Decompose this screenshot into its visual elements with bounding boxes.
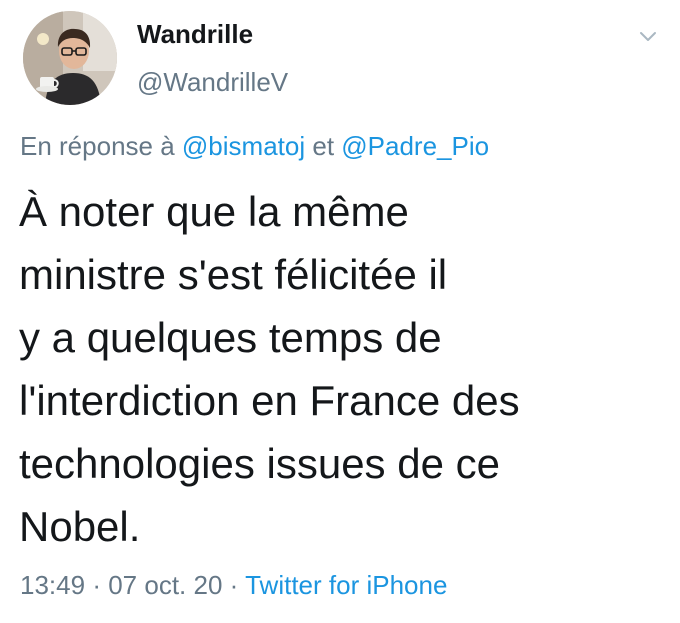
tweet-time[interactable]: 13:49: [20, 570, 85, 600]
user-avatar-photo-icon: [23, 11, 117, 105]
tweet-text-line: l'interdiction en France des: [19, 377, 520, 424]
tweet-text-line: technologies issues de ce: [19, 440, 500, 487]
tweet-text-line: y a quelques temps de: [19, 314, 442, 361]
reply-prefix: En réponse à: [20, 131, 175, 161]
tweet-text-line: Nobel.: [19, 503, 141, 550]
meta-separator: ·: [229, 570, 239, 600]
tweet-text-line: ministre s'est félicitée il: [19, 251, 448, 298]
reply-mention-bismatoj[interactable]: @bismatoj: [182, 131, 305, 161]
tweet-source-link[interactable]: Twitter for iPhone: [245, 570, 447, 600]
author-handle[interactable]: @WandrilleV: [137, 67, 288, 97]
tweet-card: Wandrille @WandrilleV En réponse à @bism…: [0, 0, 680, 623]
tweet-text: À noter que la même ministre s'est félic…: [19, 180, 659, 558]
tweet-meta: 13:49 · 07 oct. 20 · Twitter for iPhone: [20, 570, 447, 600]
avatar[interactable]: [23, 11, 117, 105]
reply-conjunction: et: [312, 131, 335, 161]
meta-separator: ·: [92, 570, 101, 600]
chevron-down-icon[interactable]: [636, 26, 660, 46]
reply-mention-padre-pio[interactable]: @Padre_Pio: [341, 131, 489, 161]
tweet-date[interactable]: 07 oct. 20: [108, 570, 222, 600]
tweet-text-line: À noter que la même: [19, 188, 409, 235]
author-display-name[interactable]: Wandrille: [137, 19, 253, 49]
reply-context: En réponse à @bismatoj et @Padre_Pio: [20, 131, 489, 161]
